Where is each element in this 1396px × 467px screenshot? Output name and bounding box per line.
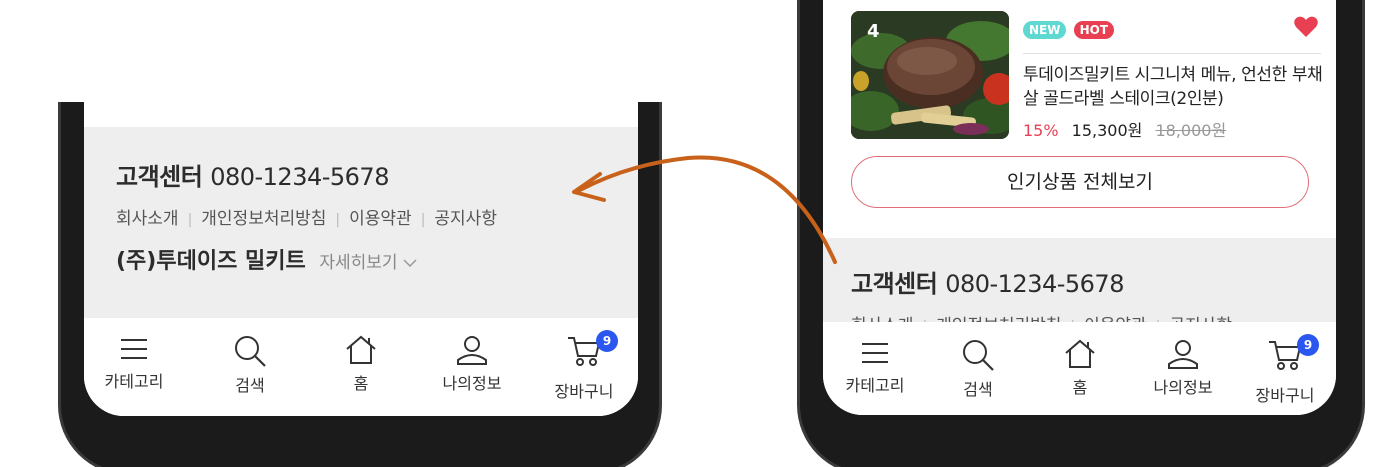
customer-center-phone[interactable]: 080-1234-5678 (945, 270, 1124, 298)
discount-rate: 15% (1023, 121, 1059, 140)
tab-label: 검색 (235, 376, 265, 395)
search-icon (235, 336, 266, 367)
customer-center-label: 고객센터 (851, 270, 938, 298)
product-name[interactable]: 투데이즈밀키트 시그니쳐 메뉴, 언선한 부채살 골드라벨 스테이크(2인분) (1023, 63, 1323, 111)
link-privacy-policy[interactable]: 개인정보처리방침 (201, 209, 326, 229)
link-separator: | (187, 212, 193, 228)
tab-label: 홈 (1072, 378, 1088, 397)
product-price-row: 15% 15,300원 18,000원 (1023, 117, 1226, 141)
company-detail-toggle[interactable]: 자세히보기 (319, 253, 417, 273)
left-top-fade (40, 0, 680, 102)
user-icon (457, 336, 487, 365)
product-card[interactable]: 4 NEW HOT 투데이즈밀키트 시그니쳐 메뉴, 언선한 부채살 골드라벨 … (851, 11, 1323, 141)
tab-label: 카테고리 (104, 372, 164, 391)
link-separator: | (335, 212, 341, 228)
link-separator: | (420, 212, 426, 228)
customer-center-phone[interactable]: 080-1234-5678 (210, 163, 389, 191)
tab-label: 홈 (353, 374, 369, 393)
tab-label: 장바구니 (1255, 386, 1315, 405)
customer-center-line: 고객센터 080-1234-5678 (851, 264, 1336, 299)
menu-icon (121, 339, 147, 359)
bottom-tab-bar: 카테고리 검색 홈 나의정보 9 장바구니 (823, 322, 1336, 415)
tab-label: 나의정보 (1153, 378, 1213, 397)
tab-cart[interactable]: 9 장바구니 (534, 318, 634, 402)
heart-icon[interactable] (1293, 15, 1319, 39)
product-thumbnail[interactable]: 4 (851, 11, 1009, 139)
tab-home[interactable]: 홈 (311, 318, 411, 394)
tab-cart[interactable]: 9 장바구니 (1235, 322, 1335, 406)
company-name: (주)투데이즈 밀키트 (116, 249, 306, 274)
menu-icon (862, 343, 888, 363)
tab-home[interactable]: 홈 (1030, 322, 1130, 398)
search-icon (963, 340, 994, 371)
right-phone-screen: 4 NEW HOT 투데이즈밀키트 시그니쳐 메뉴, 언선한 부채살 골드라벨 … (823, 0, 1336, 415)
home-icon (1065, 339, 1095, 368)
original-price: 18,000원 (1155, 121, 1227, 140)
product-rank: 4 (867, 21, 880, 42)
user-icon (1168, 340, 1198, 369)
tab-label: 카테고리 (845, 376, 905, 395)
tab-search[interactable]: 검색 (200, 318, 300, 396)
hot-badge: HOT (1073, 21, 1115, 39)
link-notices[interactable]: 공지사항 (434, 209, 497, 229)
tab-my-info[interactable]: 나의정보 (422, 318, 522, 394)
tab-category[interactable]: 카테고리 (825, 322, 925, 396)
tab-label: 장바구니 (554, 382, 614, 401)
detail-label: 자세히보기 (319, 253, 398, 273)
new-badge: NEW (1023, 21, 1067, 39)
link-company-intro[interactable]: 회사소개 (116, 209, 179, 229)
tab-category[interactable]: 카테고리 (84, 318, 184, 392)
home-icon (346, 335, 376, 364)
tab-search[interactable]: 검색 (928, 322, 1028, 400)
link-terms[interactable]: 이용약관 (349, 209, 412, 229)
tab-label: 검색 (963, 380, 993, 399)
cart-count-badge: 9 (596, 330, 618, 352)
cart-count-badge: 9 (1297, 334, 1319, 356)
customer-center-label: 고객센터 (116, 163, 203, 191)
product-divider (1023, 53, 1321, 54)
view-all-popular-button[interactable]: 인기상품 전체보기 (851, 156, 1309, 208)
footer-info: 고객센터 080-1234-5678 회사소개 | 개인정보처리방침 | 이용약관 | 공지… (84, 127, 638, 320)
tab-my-info[interactable]: 나의정보 (1133, 322, 1233, 398)
curved-arrow-icon (572, 155, 837, 264)
bottom-tab-bar: 카테고리 검색 홈 나의정보 9 장바구니 (84, 318, 638, 416)
product-badges: NEW HOT (1023, 19, 1116, 39)
left-phone-screen: 고객센터 080-1234-5678 회사소개 | 개인정보처리방침 | 이용약관 | 공지… (84, 102, 638, 416)
sale-price: 15,300원 (1071, 121, 1143, 140)
tab-label: 나의정보 (442, 374, 502, 393)
chevron-down-icon (403, 259, 417, 268)
